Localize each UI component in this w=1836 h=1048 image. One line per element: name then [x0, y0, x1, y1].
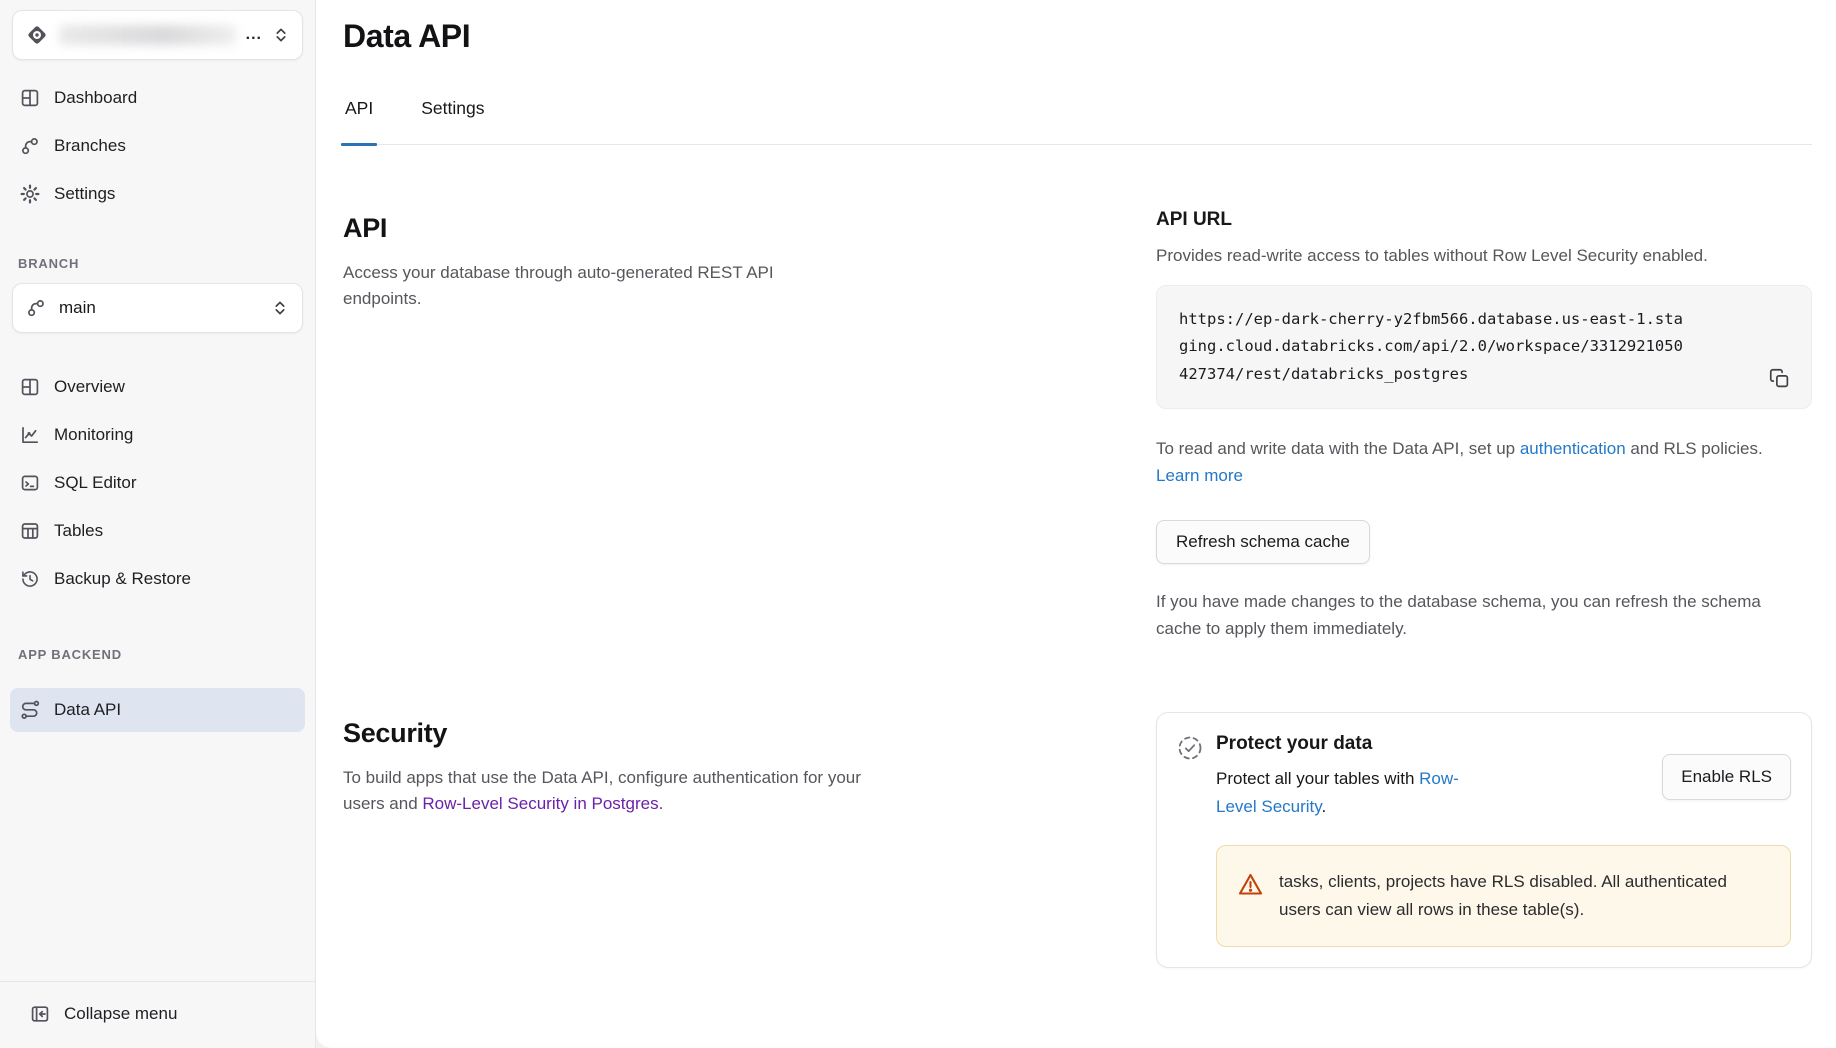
- app-backend-section-label: APP BACKEND: [18, 647, 305, 662]
- rls-warning-text: tasks, clients, projects have RLS disabl…: [1279, 868, 1749, 924]
- protect-data-card: Protect your data Protect all your table…: [1156, 712, 1812, 968]
- api-heading: API: [343, 213, 1156, 244]
- tables-icon: [20, 521, 40, 541]
- sidebar-item-overview[interactable]: Overview: [10, 365, 305, 409]
- tab-api[interactable]: API: [343, 92, 375, 144]
- sidebar-item-label: Settings: [54, 184, 115, 204]
- sidebar-item-tables[interactable]: Tables: [10, 509, 305, 553]
- sidebar-nav-project: Dashboard Branches: [10, 76, 305, 216]
- sidebar-item-label: Overview: [54, 377, 125, 397]
- branch-icon: [26, 298, 46, 318]
- sidebar-item-backup-restore[interactable]: Backup & Restore: [10, 557, 305, 601]
- project-name-redacted: [59, 25, 236, 45]
- auth-note-prefix: To read and write data with the Data API…: [1156, 439, 1520, 458]
- sidebar-item-label: Data API: [54, 700, 121, 720]
- protect-data-card-header: Protect your data Protect all your table…: [1177, 733, 1791, 821]
- sidebar-item-label: Tables: [54, 521, 103, 541]
- security-heading: Security: [343, 718, 1156, 749]
- sidebar-item-sql-editor[interactable]: SQL Editor: [10, 461, 305, 505]
- refresh-schema-cache-button[interactable]: Refresh schema cache: [1156, 520, 1370, 564]
- protect-data-title: Protect your data: [1216, 733, 1481, 755]
- page-title: Data API: [343, 16, 1812, 56]
- sidebar-footer: Collapse menu: [0, 981, 315, 1048]
- collapse-menu-label: Collapse menu: [64, 1004, 177, 1024]
- collapse-panel-icon: [30, 1004, 50, 1024]
- copy-icon: [1769, 368, 1790, 389]
- tab-settings[interactable]: Settings: [419, 92, 486, 144]
- security-section: Security To build apps that use the Data…: [343, 712, 1812, 968]
- sidebar-item-label: Branches: [54, 136, 126, 156]
- api-url-value: https://ep-dark-cherry-y2fbm566.database…: [1179, 306, 1687, 389]
- chevron-up-down-icon: [272, 26, 290, 44]
- api-url-description: Provides read-write access to tables wit…: [1156, 243, 1812, 269]
- sidebar-item-label: Backup & Restore: [54, 569, 191, 589]
- branch-selector-value: main: [59, 298, 258, 318]
- learn-more-link[interactable]: Learn more: [1156, 466, 1243, 485]
- rls-postgres-link[interactable]: Row-Level Security in Postgres.: [422, 794, 663, 813]
- protect-data-subtitle-text: Protect all your tables with: [1216, 769, 1419, 788]
- sidebar-item-settings[interactable]: Settings: [10, 172, 305, 216]
- sql-editor-icon: [20, 473, 40, 493]
- auth-note-middle: and RLS policies.: [1626, 439, 1763, 458]
- api-description: Access your database through auto-genera…: [343, 260, 793, 313]
- history-icon: [20, 569, 40, 589]
- overview-icon: [20, 377, 40, 397]
- chevron-up-down-icon: [271, 299, 289, 317]
- sidebar: ... Dashboard: [0, 0, 316, 1048]
- sidebar-item-label: SQL Editor: [54, 473, 137, 493]
- sidebar-nav-app-backend: Data API: [10, 688, 305, 732]
- route-icon: [20, 700, 40, 720]
- rls-warning-banner: tasks, clients, projects have RLS disabl…: [1216, 845, 1791, 947]
- branch-selector[interactable]: main: [12, 283, 303, 333]
- protect-data-subtitle-period: .: [1322, 797, 1327, 816]
- sidebar-item-label: Dashboard: [54, 88, 137, 108]
- dashed-circle-check-icon: [1177, 735, 1203, 761]
- sidebar-item-monitoring[interactable]: Monitoring: [10, 413, 305, 457]
- project-selector[interactable]: ...: [12, 10, 303, 60]
- dashboard-icon: [20, 88, 40, 108]
- sidebar-item-data-api[interactable]: Data API: [10, 688, 305, 732]
- project-diamond-icon: [25, 23, 49, 47]
- project-name-ellipsis: ...: [246, 26, 262, 44]
- sidebar-item-branches[interactable]: Branches: [10, 124, 305, 168]
- collapse-menu-button[interactable]: Collapse menu: [20, 992, 295, 1036]
- security-description: To build apps that use the Data API, con…: [343, 765, 888, 818]
- api-section-right: API URL Provides read-write access to ta…: [1156, 207, 1812, 642]
- refresh-schema-note: If you have made changes to the database…: [1156, 588, 1776, 642]
- auth-note: To read and write data with the Data API…: [1156, 435, 1776, 489]
- copy-api-url-button[interactable]: [1763, 362, 1795, 394]
- protect-data-subtitle: Protect all your tables with Row-Level S…: [1216, 765, 1481, 821]
- branch-section-label: BRANCH: [18, 256, 305, 271]
- enable-rls-button[interactable]: Enable RLS: [1662, 754, 1791, 800]
- protect-data-texts: Protect your data Protect all your table…: [1216, 733, 1481, 821]
- security-section-left: Security To build apps that use the Data…: [343, 712, 1156, 818]
- authentication-link[interactable]: authentication: [1520, 439, 1626, 458]
- sidebar-nav-branch: Overview Monitoring SQL Editor: [10, 365, 305, 601]
- sidebar-item-dashboard[interactable]: Dashboard: [10, 76, 305, 120]
- main-content: Data API API Settings API Access your da…: [316, 0, 1836, 1048]
- warning-triangle-icon: [1237, 871, 1264, 898]
- api-url-heading: API URL: [1156, 209, 1812, 231]
- api-section-left: API Access your database through auto-ge…: [343, 207, 1156, 313]
- api-section: API Access your database through auto-ge…: [343, 207, 1812, 642]
- gear-icon: [20, 184, 40, 204]
- monitoring-icon: [20, 425, 40, 445]
- branches-icon: [20, 136, 40, 156]
- api-url-codebox: https://ep-dark-cherry-y2fbm566.database…: [1156, 285, 1812, 410]
- sidebar-item-label: Monitoring: [54, 425, 133, 445]
- tab-bar: API Settings: [343, 92, 1812, 145]
